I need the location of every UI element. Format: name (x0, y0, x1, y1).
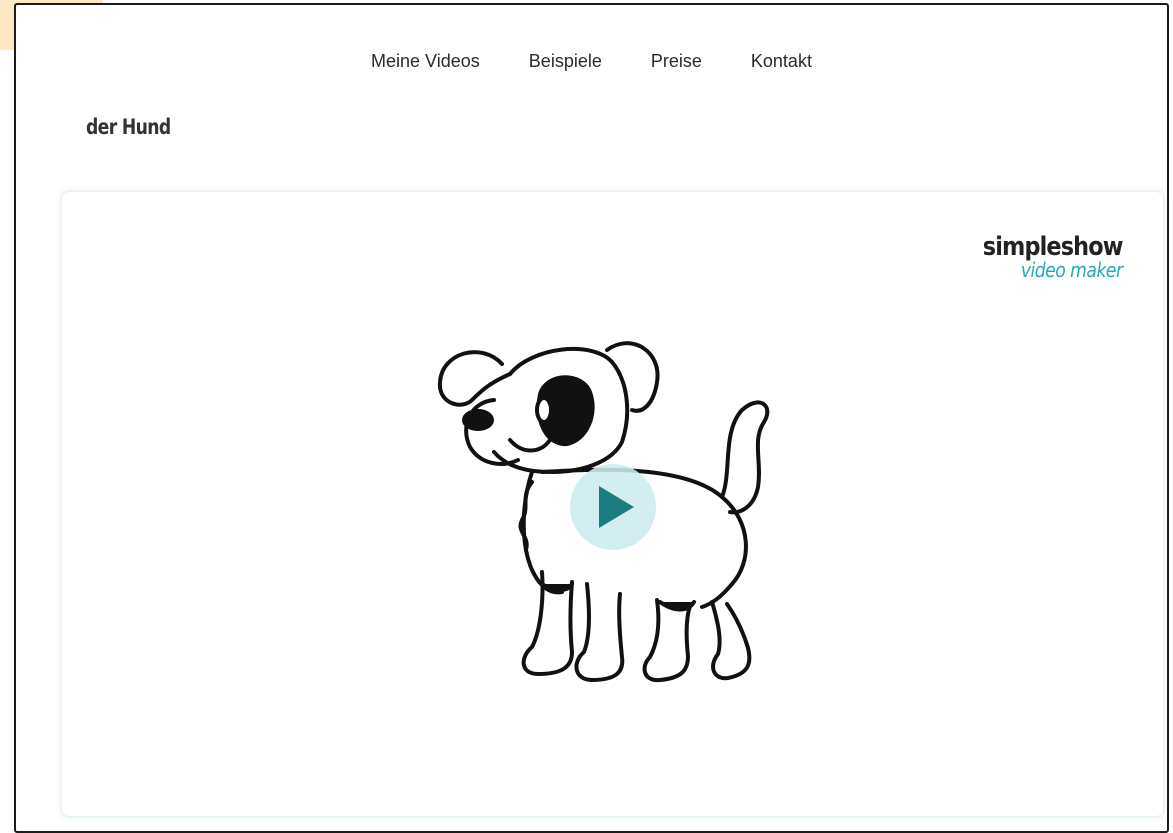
nav-meine-videos[interactable]: Meine Videos (371, 51, 480, 72)
nav-preise[interactable]: Preise (651, 51, 702, 72)
browser-frame: Meine Videos Beispiele Preise Kontakt de… (14, 3, 1169, 833)
play-icon (599, 486, 634, 528)
brand-sub: video maker (1021, 258, 1123, 282)
nav-beispiele[interactable]: Beispiele (529, 51, 602, 72)
nav-kontakt[interactable]: Kontakt (751, 51, 812, 72)
play-button[interactable] (570, 464, 656, 550)
main-nav: Meine Videos Beispiele Preise Kontakt (16, 51, 1167, 72)
video-player[interactable]: simpleshow video maker (61, 191, 1164, 817)
page-title: der Hund (86, 115, 171, 139)
simpleshow-logo: simpleshow video maker (960, 232, 1124, 282)
